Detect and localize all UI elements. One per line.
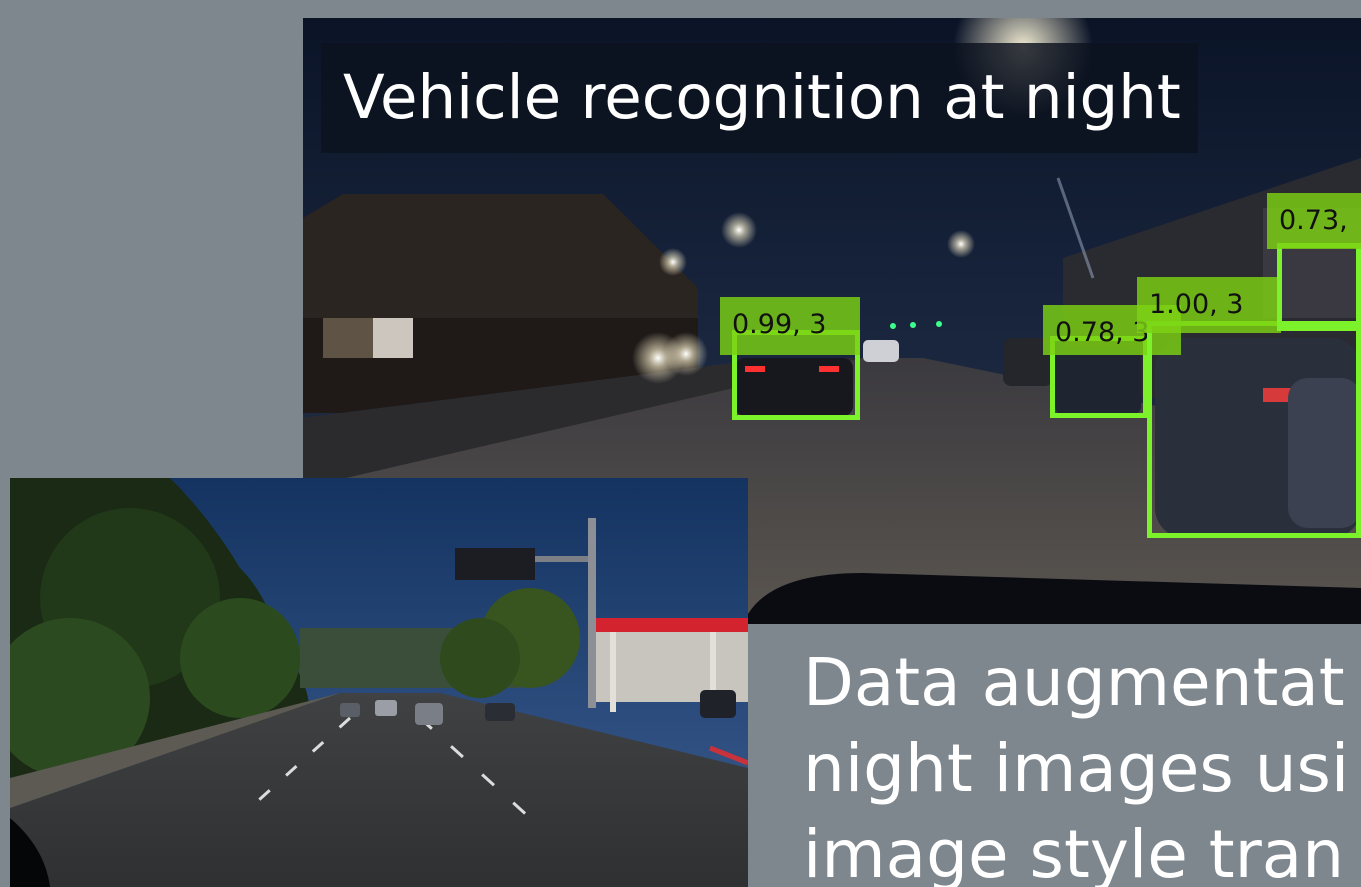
day-street-photo — [10, 478, 748, 887]
detection-box — [1277, 243, 1361, 331]
caption-line: Data augmentat — [803, 644, 1345, 721]
detection-label: 0.99, 3 — [720, 297, 860, 355]
caption-line: image style tran — [803, 816, 1345, 887]
night-title: Vehicle recognition at night — [321, 43, 1198, 153]
slide: Vehicle recognition at night 0.99, 3 0.7… — [0, 0, 1361, 887]
day-street-scene — [10, 478, 748, 887]
detection-label: 0.73, — [1267, 193, 1361, 249]
detection-box — [1147, 321, 1361, 538]
detection-label: 1.00, 3 — [1137, 277, 1281, 333]
caption: Data augmentat night images usi image st… — [803, 640, 1361, 887]
caption-line: night images usi — [803, 730, 1350, 807]
